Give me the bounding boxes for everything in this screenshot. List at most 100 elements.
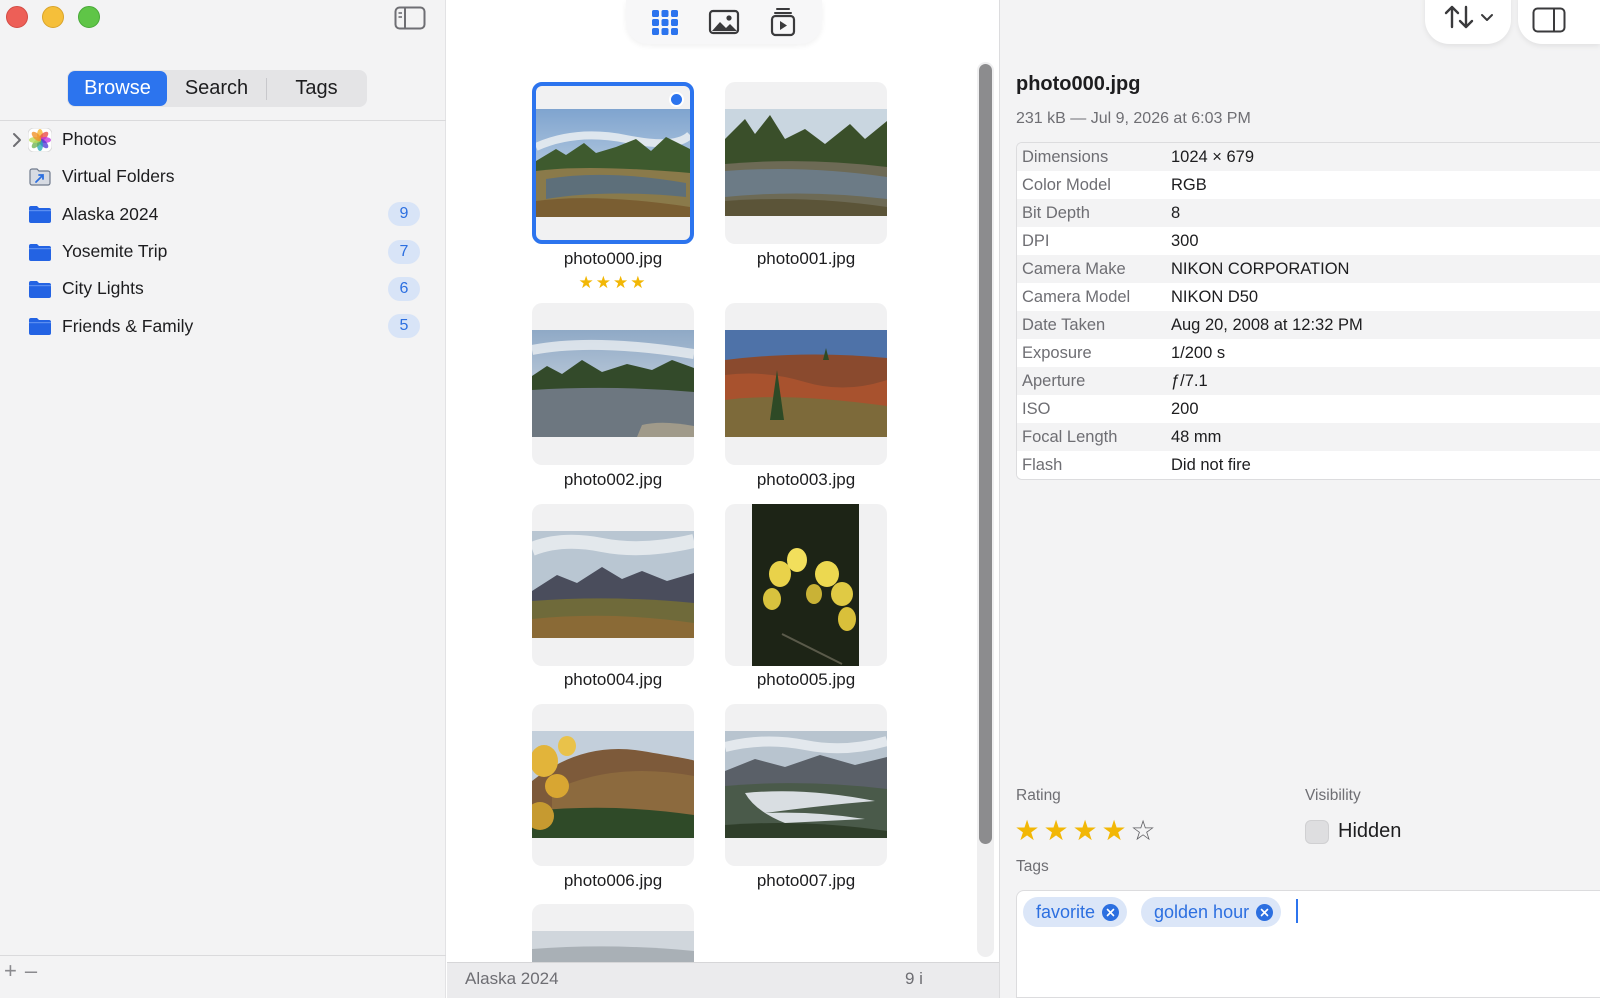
sidebar-item-friends-family[interactable]: Friends & Family 5 (0, 307, 446, 344)
remove-folder-button[interactable]: – (25, 958, 37, 984)
metadata-row: Aperture ƒ/7.1 (1017, 367, 1600, 395)
star-icon[interactable]: ★ (1014, 816, 1040, 846)
hidden-checkbox[interactable] (1305, 820, 1329, 844)
tag-chip-label: golden hour (1154, 901, 1250, 922)
star-icon[interactable]: ★ (1072, 816, 1098, 846)
sort-arrows-icon (1442, 3, 1476, 36)
photo-filename: photo000.jpg (563, 249, 663, 268)
selected-indicator (669, 92, 684, 107)
photo-tile[interactable] (532, 904, 694, 962)
photo-tile[interactable] (725, 82, 887, 244)
star-icon[interactable]: ★ (1043, 816, 1069, 846)
sidebar: Browse Search Tags Photos Virtual Folder… (0, 0, 446, 998)
sidebar-mode-segmented-control: Browse Search Tags (67, 70, 367, 107)
photo-tile[interactable] (532, 303, 694, 465)
photo-thumbnail (532, 531, 694, 638)
grid-scrollbar[interactable] (977, 62, 994, 957)
sidebar-item-label: Photos (62, 129, 117, 150)
sidebar-item-virtual-folders[interactable]: Virtual Folders (0, 158, 446, 195)
sidebar-footer: + – (4, 958, 37, 984)
photo-thumbnail (532, 931, 694, 962)
metadata-key: ISO (1022, 399, 1051, 418)
divider (0, 955, 446, 956)
sidebar-item-label: Friends & Family (62, 315, 194, 336)
photo-filename: photo001.jpg (756, 249, 856, 268)
segment-tags[interactable]: Tags (267, 71, 366, 106)
metadata-row: Flash Did not fire (1017, 451, 1600, 479)
photo-filename: photo005.jpg (756, 670, 856, 689)
zoom-window-button[interactable] (78, 6, 100, 28)
tag-chip[interactable]: golden hour (1141, 897, 1282, 927)
inspector-filename: photo000.jpg (1016, 73, 1141, 95)
photo-thumbnail (752, 504, 859, 666)
sidebar-item-yosemite-trip[interactable]: Yosemite Trip 7 (0, 233, 446, 270)
metadata-table: Dimensions 1024 × 679 Color Model RGB Bit … (1016, 142, 1600, 480)
tags-input-field[interactable]: favorite golden hour (1016, 890, 1600, 998)
count-badge: 9 (388, 202, 420, 227)
photo-tile[interactable] (532, 82, 694, 244)
photo-tile[interactable] (725, 704, 887, 866)
segment-browse[interactable]: Browse (68, 71, 167, 106)
metadata-value: NIKON CORPORATION (1171, 259, 1350, 278)
segment-search[interactable]: Search (167, 71, 266, 106)
star-outline-icon[interactable]: ☆ (1130, 816, 1156, 846)
sidebar-item-alaska-2024[interactable]: Alaska 2024 9 (0, 196, 446, 233)
visibility-label: Visibility (1305, 787, 1361, 804)
close-window-button[interactable] (6, 6, 28, 28)
photo-thumbnail (725, 330, 887, 437)
photo-tile[interactable] (725, 504, 887, 666)
view-mode-toolbar (626, 0, 822, 44)
chevron-right-icon[interactable] (10, 131, 24, 149)
metadata-key: Dimensions (1022, 147, 1109, 166)
minimize-window-button[interactable] (42, 6, 64, 28)
rating-control: ★ ★ ★ ★ ☆ (1014, 816, 1156, 846)
sort-button[interactable] (1425, 0, 1511, 44)
metadata-key: Camera Make (1022, 259, 1126, 278)
remove-tag-icon[interactable] (1256, 903, 1274, 921)
metadata-key: Focal Length (1022, 427, 1118, 446)
photo-tile[interactable] (725, 303, 887, 465)
metadata-key: Aperture (1022, 371, 1086, 390)
photo-filename: photo002.jpg (563, 470, 663, 489)
metadata-row: Color Model RGB (1017, 171, 1600, 199)
tag-chip[interactable]: favorite (1023, 897, 1128, 927)
hidden-checkbox-label[interactable]: Hidden (1338, 820, 1401, 843)
grid-view-icon[interactable] (648, 5, 682, 39)
count-badge: 6 (388, 276, 420, 301)
slideshow-icon[interactable] (766, 5, 800, 39)
photo-filename: photo007.jpg (756, 871, 856, 890)
sidebar-item-label: Virtual Folders (62, 166, 175, 187)
photo-tile[interactable] (532, 504, 694, 666)
metadata-key: Bit Depth (1022, 203, 1090, 222)
sidebar-item-city-lights[interactable]: City Lights 6 (0, 270, 446, 307)
photo-filename: photo003.jpg (756, 470, 856, 489)
metadata-key: Flash (1022, 455, 1063, 474)
metadata-value: RGB (1171, 175, 1207, 194)
sidebar-item-label: City Lights (62, 278, 144, 299)
sidebar-toggle-icon[interactable] (394, 6, 426, 30)
photo-tile[interactable] (532, 704, 694, 866)
metadata-row: Date Taken Aug 20, 2008 at 12:32 PM (1017, 311, 1600, 339)
metadata-value: 48 mm (1171, 427, 1222, 446)
photos-app-icon (27, 127, 53, 153)
metadata-row: Focal Length 48 mm (1017, 423, 1600, 451)
metadata-value: 8 (1171, 203, 1181, 222)
metadata-value: 300 (1171, 231, 1199, 250)
metadata-row: Camera Make NIKON CORPORATION (1017, 255, 1600, 283)
photo-grid-pane (447, 0, 999, 998)
metadata-row: ISO 200 (1017, 395, 1600, 423)
status-item-count: 9 i (905, 969, 923, 988)
scrollbar-thumb[interactable] (979, 64, 992, 844)
single-photo-view-icon[interactable] (707, 5, 741, 39)
photo-thumbnail (532, 330, 694, 437)
remove-tag-icon[interactable] (1102, 903, 1120, 921)
add-folder-button[interactable]: + (4, 958, 17, 984)
inspector-toggle-button[interactable] (1518, 0, 1600, 44)
metadata-key: Camera Model (1022, 287, 1131, 306)
photo-thumbnail (725, 109, 887, 216)
sidebar-item-photos[interactable]: Photos (0, 121, 446, 158)
star-icon[interactable]: ★ (1101, 816, 1127, 846)
metadata-key: Date Taken (1022, 315, 1106, 334)
sidebar-item-label: Alaska 2024 (62, 203, 159, 224)
virtual-folder-icon (28, 165, 52, 189)
